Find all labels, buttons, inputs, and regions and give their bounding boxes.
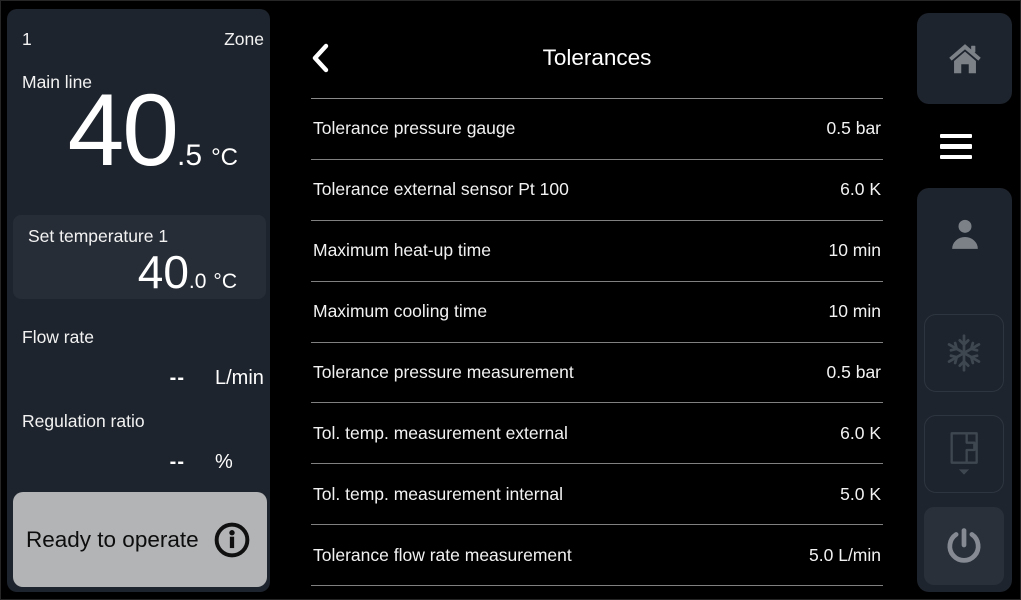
cooling-button[interactable] [924,314,1004,392]
flow-rate-label: Flow rate [7,327,270,348]
tolerance-row[interactable]: Tol. temp. measurement external 6.0 K [311,403,883,464]
power-icon [943,525,985,567]
tolerance-row[interactable]: Tolerance external sensor Pt 100 6.0 K [311,160,883,221]
valve-icon [944,429,984,479]
home-icon [947,41,983,77]
tolerance-label: Tolerance pressure measurement [313,362,574,383]
home-button[interactable] [947,41,983,77]
nav-group-bottom [917,188,1012,592]
tolerance-row[interactable]: Tol. temp. measurement internal 5.0 K [311,464,883,525]
menu-button[interactable] [905,107,1007,186]
tolerance-value: 5.0 L/min [809,545,881,566]
flow-rate-unit: L/min [215,368,270,388]
main-temp-integer: 40 [68,79,177,181]
set-temp-unit: °C [213,271,237,292]
main-temp-unit: °C [211,146,238,170]
tolerance-row[interactable]: Tolerance pressure gauge 0.5 bar [311,99,883,160]
tolerance-row[interactable]: Tolerance pressure measurement 0.5 bar [311,343,883,404]
zone-panel: 1 Zone Main line 40 .5 °C Set temperatur… [7,9,270,592]
tolerance-label: Tolerance pressure gauge [313,118,515,139]
flow-rate-value: -- [170,368,185,388]
hmi-screen: 1 Zone Main line 40 .5 °C Set temperatur… [0,0,1021,600]
page-title: Tolerances [311,45,883,71]
set-temperature-value: 40 .0 °C [28,249,266,295]
nav-group-top [917,13,1012,104]
snowflake-icon [942,331,986,375]
regulation-ratio-unit: % [215,452,270,472]
tolerance-value: 10 min [828,240,881,261]
set-temp-integer: 40 [138,249,189,295]
tolerance-value: 6.0 K [840,179,881,200]
tolerance-list: Tolerance pressure gauge 0.5 bar Toleran… [311,98,883,586]
zone-label: Zone [224,29,264,50]
info-icon[interactable] [213,521,251,559]
main-temp-decimal: .5 [177,141,202,171]
regulation-ratio-block: Regulation ratio -- % [7,411,270,472]
main-temperature: 40 .5 °C [7,79,270,191]
user-icon [945,214,985,254]
status-label: Ready to operate [26,527,199,553]
tolerance-label: Tol. temp. measurement internal [313,484,563,505]
set-temp-decimal: .0 [189,271,207,292]
tolerance-label: Tol. temp. measurement external [313,423,568,444]
tolerance-value: 10 min [828,301,881,322]
set-temperature-tile[interactable]: Set temperature 1 40 .0 °C [13,215,266,299]
tolerance-row[interactable]: Maximum heat-up time 10 min [311,221,883,282]
tolerances-page: Tolerances Tolerance pressure gauge 0.5 … [283,0,908,600]
tolerance-value: 0.5 bar [827,362,881,383]
tolerance-label: Maximum cooling time [313,301,487,322]
tolerance-label: Tolerance external sensor Pt 100 [313,179,569,200]
regulation-ratio-value: -- [170,452,185,472]
tolerance-value: 5.0 K [840,484,881,505]
set-temperature-label: Set temperature 1 [28,226,266,247]
nav-rail [917,0,1012,600]
zone-header: 1 Zone [7,9,270,50]
valve-button[interactable] [924,415,1004,493]
user-button[interactable] [917,208,1012,260]
regulation-ratio-label: Regulation ratio [7,411,270,432]
tolerance-label: Tolerance flow rate measurement [313,545,572,566]
tolerance-value: 6.0 K [840,423,881,444]
tolerance-value: 0.5 bar [827,118,881,139]
flow-rate-block: Flow rate -- L/min [7,327,270,388]
tolerance-label: Maximum heat-up time [313,240,491,261]
tolerance-row[interactable]: Tolerance flow rate measurement 5.0 L/mi… [311,525,883,586]
zone-number: 1 [22,29,32,50]
tolerance-row[interactable]: Maximum cooling time 10 min [311,282,883,343]
status-banner[interactable]: Ready to operate [13,492,267,587]
power-button[interactable] [924,507,1004,585]
